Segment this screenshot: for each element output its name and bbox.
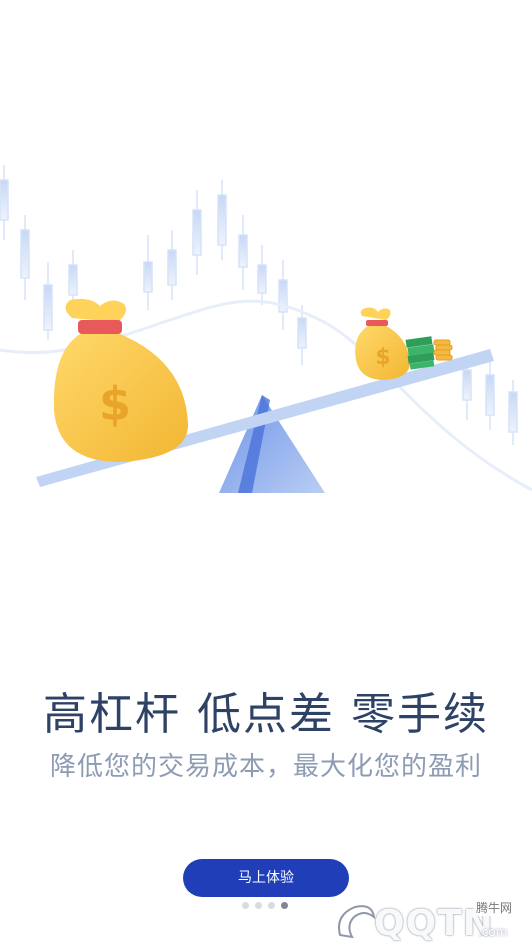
- coin-stack-icon: [433, 339, 453, 361]
- watermark-logo-icon: [338, 905, 376, 939]
- big-bag-dollar-sign: $: [99, 377, 131, 431]
- watermark-cn-text: 腾牛网: [474, 899, 515, 916]
- page-indicator: [242, 902, 288, 912]
- money-bag-small-icon: $: [355, 307, 411, 380]
- try-now-button[interactable]: 马上体验: [183, 859, 349, 897]
- page-dot-2[interactable]: [255, 902, 262, 909]
- page-dot-3[interactable]: [268, 902, 275, 909]
- small-bag-dollar-sign: $: [375, 345, 390, 370]
- seesaw-illustration: $ $: [0, 165, 532, 493]
- money-bag-icon: $: [53, 298, 188, 462]
- watermark: QQTN 腾牛网 .com: [330, 895, 530, 945]
- subtitle: 降低您的交易成本，最大化您的盈利: [49, 752, 482, 782]
- cash-stack-icon: [405, 336, 435, 370]
- watermark-suffix: .com: [478, 925, 508, 939]
- page-dot-1[interactable]: [242, 902, 249, 909]
- page-dot-4-active[interactable]: [281, 902, 288, 909]
- headline: 高杠杆 低点差 零手续: [43, 689, 489, 740]
